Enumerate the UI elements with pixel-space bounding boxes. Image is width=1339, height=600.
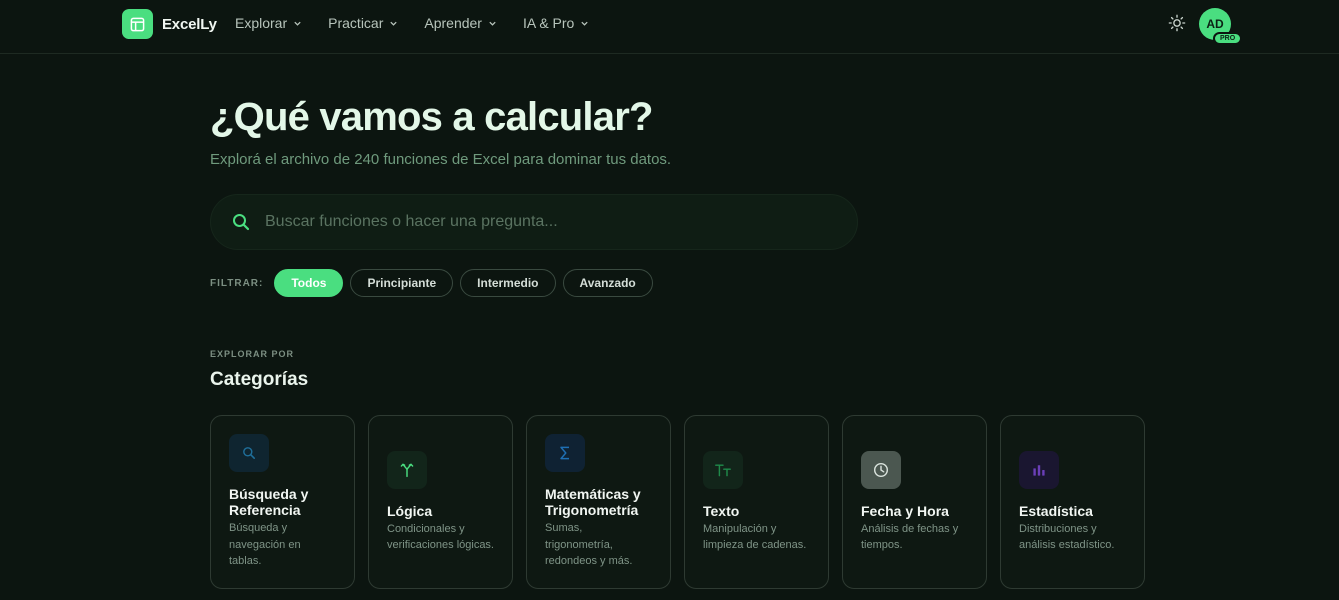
text-icon (703, 450, 743, 489)
nav-label: Practicar (328, 15, 384, 31)
category-card-logica[interactable]: Lógica Condicionales y verificaciones ló… (368, 415, 513, 589)
bar-chart-icon (1019, 450, 1059, 489)
clock-icon (861, 450, 901, 489)
category-grid: Búsqueda y Referencia Búsqueda y navegac… (210, 415, 1145, 589)
category-desc: Condicionales y verificaciones lógicas. (387, 522, 494, 552)
category-card-fecha-hora[interactable]: Fecha y Hora Análisis de fechas y tiempo… (842, 415, 987, 589)
category-title: Lógica (387, 502, 433, 519)
logo[interactable]: ExcelLy (122, 9, 217, 39)
nav-label: Explorar (235, 15, 288, 31)
page-subtitle: Explorá el archivo de 240 funciones de E… (210, 151, 672, 168)
nav-practicar[interactable]: Practicar (328, 15, 398, 31)
category-title: Estadística (1019, 502, 1093, 519)
nav-ia-pro[interactable]: IA & Pro (523, 15, 589, 31)
filter-chip-todos[interactable]: Todos (274, 269, 344, 297)
page-title: ¿Qué vamos a calcular? (210, 95, 653, 139)
category-desc: Manipulación y limpieza de cadenas. (703, 522, 807, 552)
filter-label: FILTRAR: (210, 277, 264, 289)
sun-icon (1168, 14, 1186, 32)
sigma-icon (545, 434, 585, 473)
branch-icon (387, 450, 427, 489)
chevron-down-icon (581, 21, 588, 26)
category-card-matematicas[interactable]: Matemáticas y Trigonometría Sumas, trigo… (526, 415, 671, 589)
theme-toggle-button[interactable] (1167, 13, 1187, 33)
nav-label: IA & Pro (522, 15, 575, 31)
search-bar (210, 194, 858, 250)
table-icon (122, 9, 153, 39)
chevron-down-icon (390, 21, 398, 26)
filter-chip-intermedio[interactable]: Intermedio (460, 269, 556, 297)
section-title: Categorías (210, 369, 309, 390)
category-card-texto[interactable]: Texto Manipulación y limpieza de cadenas… (684, 415, 829, 589)
nav-explorar[interactable]: Explorar (235, 15, 302, 31)
category-title: Texto (703, 502, 740, 519)
pro-badge: PRO (1213, 32, 1243, 45)
main-nav: Explorar Practicar Aprender IA & Pro (235, 15, 589, 31)
logo-text: ExcelLy (162, 15, 217, 33)
search-input[interactable] (265, 195, 825, 249)
filter-bar: FILTRAR: Todos Principiante Intermedio A… (210, 269, 653, 297)
category-desc: Análisis de fechas y tiempos. (861, 522, 959, 552)
category-desc: Sumas, trigonometría, redondeos y más. (545, 522, 633, 568)
category-title: Matemáticas y Trigonometría (545, 486, 641, 519)
search-icon (233, 214, 250, 231)
category-title: Búsqueda y Referencia (229, 486, 309, 519)
category-desc: Búsqueda y navegación en tablas. (229, 522, 301, 568)
category-card-busqueda[interactable]: Búsqueda y Referencia Búsqueda y navegac… (210, 415, 355, 589)
search-icon (229, 434, 269, 473)
nav-label: Aprender (424, 15, 482, 31)
top-navbar: ExcelLy Explorar Practicar Aprender IA &… (0, 0, 1339, 54)
section-kicker: EXPLORAR POR (210, 349, 295, 359)
category-card-estadistica[interactable]: Estadística Distribuciones y análisis es… (1000, 415, 1145, 589)
chevron-down-icon (489, 21, 496, 26)
category-title: Fecha y Hora (861, 502, 949, 519)
category-desc: Distribuciones y análisis estadístico. (1019, 522, 1115, 552)
filter-chip-avanzado[interactable]: Avanzado (562, 269, 653, 297)
nav-aprender[interactable]: Aprender (424, 15, 497, 31)
filter-chip-principiante[interactable]: Principiante (350, 269, 454, 297)
chevron-down-icon (294, 21, 301, 26)
